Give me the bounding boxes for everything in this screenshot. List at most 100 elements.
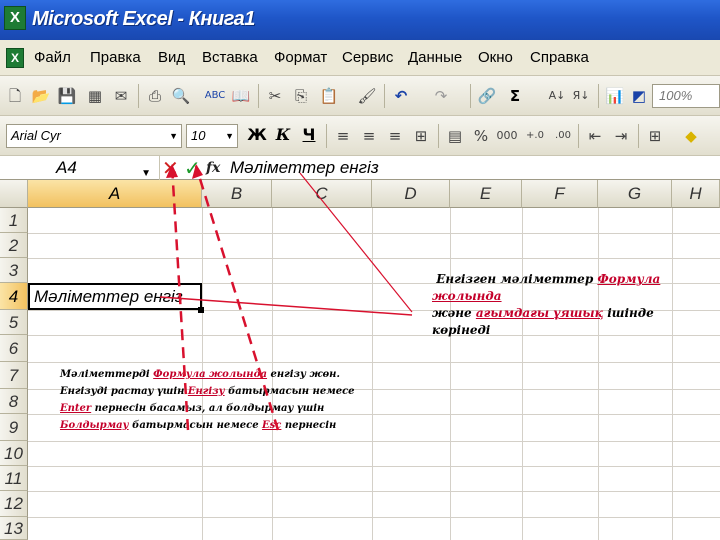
chevron-down-icon[interactable]: ▼ bbox=[225, 125, 234, 147]
row-header[interactable]: 3 bbox=[0, 258, 28, 283]
paste-icon[interactable]: 📋 bbox=[318, 85, 340, 107]
column-header[interactable]: B bbox=[202, 180, 272, 208]
column-header[interactable]: D bbox=[372, 180, 450, 208]
row-header[interactable]: 12 bbox=[0, 491, 28, 517]
percent-button[interactable]: % bbox=[470, 125, 492, 147]
undo-icon[interactable]: ↶ bbox=[390, 85, 412, 107]
spelling-icon[interactable]: ABC bbox=[204, 85, 226, 107]
row-header[interactable]: 2 bbox=[0, 233, 28, 258]
menu-format[interactable]: Формат bbox=[274, 49, 327, 66]
column-header[interactable]: A bbox=[28, 180, 202, 208]
email-icon[interactable]: ✉ bbox=[110, 85, 132, 107]
menu-window[interactable]: Окно bbox=[478, 49, 513, 66]
row-header[interactable]: 9 bbox=[0, 414, 28, 441]
note2-text: пернесін басамыз, ал болдырмау үшін bbox=[91, 403, 325, 414]
select-all-corner[interactable] bbox=[0, 180, 28, 208]
menu-view[interactable]: Вид bbox=[158, 49, 185, 66]
excel-icon: X bbox=[4, 6, 26, 30]
row-header[interactable]: 11 bbox=[0, 466, 28, 491]
column-header[interactable]: H bbox=[672, 180, 720, 208]
column-header[interactable]: F bbox=[522, 180, 598, 208]
increase-indent-icon[interactable]: ⇥ bbox=[610, 125, 632, 147]
format-painter-icon[interactable]: 🖌 bbox=[356, 85, 378, 107]
autosum-icon[interactable]: Σ bbox=[504, 85, 526, 107]
gridline bbox=[28, 491, 720, 492]
underline-button[interactable]: Ч bbox=[298, 125, 320, 147]
window-title: Microsoft Excel - Книга1 bbox=[32, 8, 255, 30]
align-right-icon[interactable]: ≡ bbox=[384, 125, 406, 147]
cut-icon[interactable]: ✂ bbox=[264, 85, 286, 107]
cancel-button[interactable]: ✕ bbox=[162, 156, 179, 180]
row-header[interactable]: 13 bbox=[0, 517, 28, 540]
note2-text: батырмасын немесе bbox=[224, 386, 355, 397]
save-icon[interactable]: 💾 bbox=[56, 85, 78, 107]
note2-highlight: Esc bbox=[262, 420, 282, 431]
row-header[interactable]: 6 bbox=[0, 335, 28, 362]
font-name-select[interactable]: Arial Cyr ▼ bbox=[6, 124, 182, 148]
sort-desc-icon[interactable]: Я↓ bbox=[570, 85, 592, 107]
standard-toolbar: 🗋 📂 💾 ▦ ✉ ⎙ 🔍 ABC 📖 ✂ ⎘ 📋 🖌 ↶ ↷ 🔗 Σ A↓ Я… bbox=[0, 76, 720, 116]
name-box[interactable]: A4 ▼ bbox=[0, 156, 160, 180]
menu-data[interactable]: Данные bbox=[408, 49, 462, 66]
row-header[interactable]: 1 bbox=[0, 208, 28, 233]
font-size-value: 10 bbox=[191, 128, 206, 143]
chart-wizard-icon[interactable]: 📊 bbox=[604, 85, 626, 107]
increase-decimal-icon[interactable]: +.0 bbox=[524, 125, 546, 147]
menu-file[interactable]: Файл bbox=[34, 49, 71, 66]
note2-text: пернесін bbox=[281, 420, 337, 431]
row-header[interactable]: 4 bbox=[0, 283, 28, 310]
merge-center-icon[interactable]: ⊞ bbox=[410, 125, 432, 147]
fill-handle[interactable] bbox=[198, 307, 204, 313]
column-header[interactable]: G bbox=[598, 180, 672, 208]
menu-tools[interactable]: Сервис bbox=[342, 49, 393, 66]
sort-asc-icon[interactable]: A↓ bbox=[546, 85, 568, 107]
copy-icon[interactable]: ⎘ bbox=[290, 85, 312, 107]
row-header[interactable]: 5 bbox=[0, 310, 28, 335]
currency-icon[interactable]: ▤ bbox=[444, 125, 466, 147]
gridline bbox=[522, 208, 523, 540]
open-icon[interactable]: 📂 bbox=[30, 85, 52, 107]
annotation-instructions-note: Мәліметтерді Формула жолында енгізу жөн.… bbox=[60, 366, 380, 434]
new-icon[interactable]: 🗋 bbox=[4, 85, 26, 107]
borders-icon[interactable]: ⊞ bbox=[644, 125, 666, 147]
print-icon[interactable]: ⎙ bbox=[144, 85, 166, 107]
row-header[interactable]: 8 bbox=[0, 389, 28, 414]
excel-doc-icon[interactable]: X bbox=[6, 48, 24, 68]
formula-input[interactable]: Мәліметтер енгіз bbox=[230, 156, 379, 180]
align-center-icon[interactable]: ≡ bbox=[358, 125, 380, 147]
font-size-select[interactable]: 10 ▼ bbox=[186, 124, 238, 148]
note2-highlight: Enter bbox=[60, 403, 92, 414]
row-header[interactable]: 7 bbox=[0, 362, 28, 389]
note2-text: Мәліметтерді bbox=[60, 369, 154, 380]
menu-help[interactable]: Справка bbox=[530, 49, 589, 66]
fill-color-icon[interactable]: ◆ bbox=[680, 125, 702, 147]
gridline bbox=[28, 258, 720, 259]
research-icon[interactable]: 📖 bbox=[230, 85, 252, 107]
menu-insert[interactable]: Вставка bbox=[202, 49, 258, 66]
align-left-icon[interactable]: ≡ bbox=[332, 125, 354, 147]
chevron-down-icon[interactable]: ▼ bbox=[169, 125, 178, 147]
redo-icon[interactable]: ↷ bbox=[430, 85, 452, 107]
bold-button[interactable]: Ж bbox=[246, 125, 268, 147]
italic-button[interactable]: К bbox=[272, 125, 294, 147]
row-header[interactable]: 10 bbox=[0, 441, 28, 466]
menu-edit[interactable]: Правка bbox=[90, 49, 141, 66]
column-header[interactable]: C bbox=[272, 180, 372, 208]
hyperlink-icon[interactable]: 🔗 bbox=[476, 85, 498, 107]
worksheet-grid[interactable]: A B C D E F G H 1 2 3 4 5 6 7 8 9 10 11 … bbox=[0, 180, 720, 540]
menu-bar: X Файл Правка Вид Вставка Формат Сервис … bbox=[0, 40, 720, 76]
print-preview-icon[interactable]: 🔍 bbox=[170, 85, 192, 107]
decrease-decimal-icon[interactable]: .00 bbox=[552, 125, 574, 147]
zoom-box[interactable]: 100% bbox=[652, 84, 720, 108]
gridline bbox=[672, 208, 673, 540]
insert-function-button[interactable]: fx bbox=[206, 156, 220, 180]
enter-button[interactable]: ✓ bbox=[184, 156, 201, 180]
active-cell-a4[interactable]: Мәліметтер енгіз bbox=[28, 283, 202, 310]
column-header[interactable]: E bbox=[450, 180, 522, 208]
thousands-button[interactable]: 000 bbox=[496, 125, 518, 147]
gridline bbox=[28, 517, 720, 518]
gridline bbox=[28, 466, 720, 467]
permission-icon[interactable]: ▦ bbox=[84, 85, 106, 107]
decrease-indent-icon[interactable]: ⇤ bbox=[584, 125, 606, 147]
drawing-icon[interactable]: ◩ bbox=[628, 85, 650, 107]
